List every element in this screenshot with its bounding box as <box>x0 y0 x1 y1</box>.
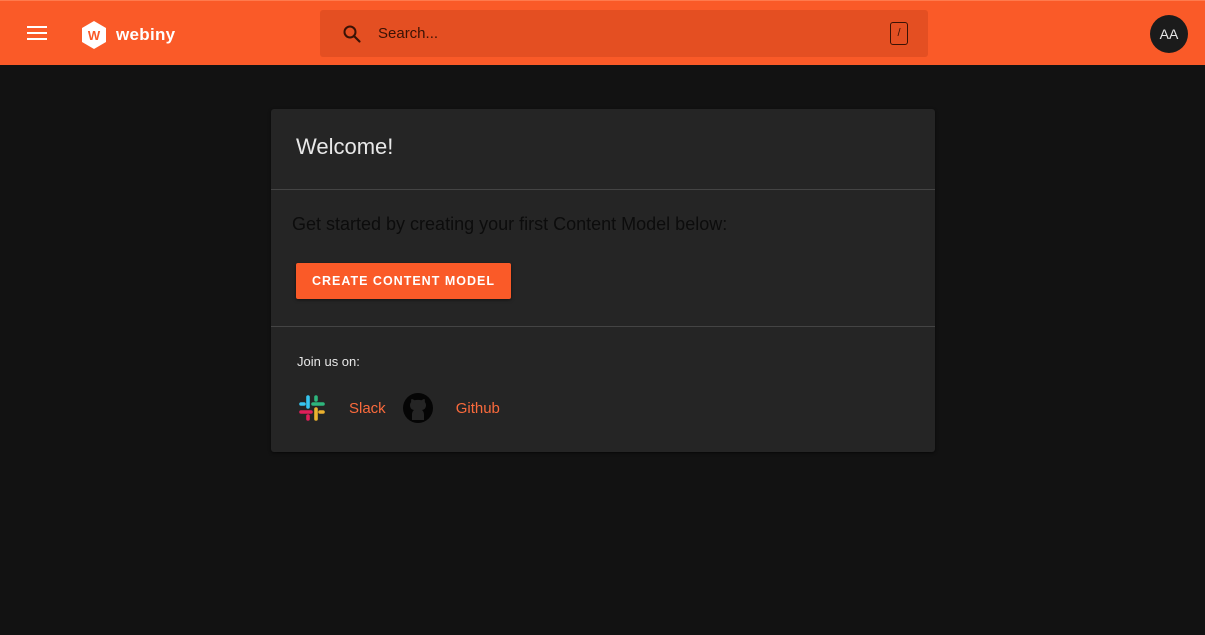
github-link[interactable]: Github <box>456 400 500 417</box>
hamburger-menu-icon[interactable] <box>22 19 52 47</box>
search-shortcut-key: / <box>890 22 908 45</box>
social-links: Slack Github <box>297 393 935 423</box>
search-icon <box>343 25 361 43</box>
slack-link[interactable]: Slack <box>349 400 386 417</box>
welcome-card-header: Welcome! <box>271 109 935 190</box>
github-icon <box>402 393 433 423</box>
search-bar[interactable]: / <box>320 10 928 57</box>
brand-name: webiny <box>116 25 176 44</box>
slack-icon <box>299 395 325 421</box>
welcome-card-footer: Join us on: Slack Github <box>271 327 935 423</box>
welcome-card: Welcome! Get started by creating your fi… <box>271 109 935 452</box>
join-us-label: Join us on: <box>297 354 360 369</box>
search-input[interactable] <box>378 18 890 49</box>
welcome-title: Welcome! <box>296 134 394 159</box>
webiny-logo[interactable]: W webiny <box>80 20 175 50</box>
user-avatar[interactable]: AA <box>1150 15 1188 53</box>
logo-letter: W <box>88 28 101 43</box>
create-content-model-button[interactable]: CREATE CONTENT MODEL <box>296 263 511 299</box>
welcome-card-body: Get started by creating your first Conte… <box>271 190 935 327</box>
webiny-hexagon-icon: W <box>82 21 106 49</box>
top-app-bar: W webiny / AA <box>0 0 1205 65</box>
welcome-intro-text: Get started by creating your first Conte… <box>292 214 728 234</box>
